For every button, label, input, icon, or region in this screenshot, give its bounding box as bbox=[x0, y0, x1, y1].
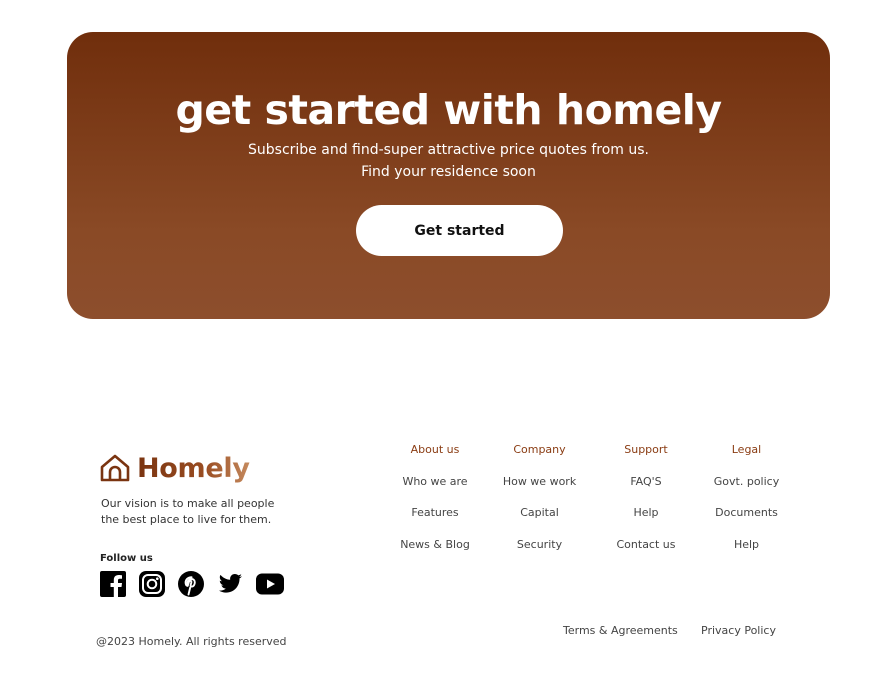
follow-us-label: Follow us bbox=[100, 553, 153, 564]
footer-column-company: Company How we work Capital Security bbox=[499, 442, 580, 553]
link-help-legal[interactable]: Help bbox=[706, 537, 787, 553]
terms-agreements-link[interactable]: Terms & Agreements bbox=[563, 623, 678, 639]
cta-title: get started with homely bbox=[175, 86, 722, 134]
link-faqs[interactable]: FAQ'S bbox=[606, 474, 686, 490]
link-capital[interactable]: Capital bbox=[499, 505, 580, 521]
youtube-icon[interactable] bbox=[256, 571, 284, 597]
column-heading-company: Company bbox=[513, 443, 566, 456]
link-how-we-work[interactable]: How we work bbox=[499, 474, 580, 490]
social-icons bbox=[100, 571, 284, 597]
link-help-support[interactable]: Help bbox=[606, 505, 686, 521]
link-features[interactable]: Features bbox=[395, 505, 475, 521]
link-documents[interactable]: Documents bbox=[706, 505, 787, 521]
link-security[interactable]: Security bbox=[499, 537, 580, 553]
footer-logo[interactable]: Homely bbox=[99, 450, 250, 486]
twitter-icon[interactable] bbox=[217, 571, 243, 597]
copyright-text: @2023 Homely. All rights reserved bbox=[96, 635, 287, 648]
instagram-icon[interactable] bbox=[139, 571, 165, 597]
brand-vision: Our vision is to make all people the bes… bbox=[101, 497, 275, 526]
get-started-button[interactable]: Get started bbox=[356, 205, 563, 256]
footer-column-legal: Legal Govt. policy Documents Help bbox=[706, 442, 787, 553]
link-news-blog[interactable]: News & Blog bbox=[395, 537, 475, 553]
column-heading-support: Support bbox=[624, 443, 668, 456]
cta-subtitle: Subscribe and find-super attractive pric… bbox=[67, 139, 830, 183]
link-who-we-are[interactable]: Who we are bbox=[395, 474, 475, 490]
column-heading-legal: Legal bbox=[731, 443, 762, 456]
link-contact-us[interactable]: Contact us bbox=[606, 537, 686, 553]
link-govt-policy[interactable]: Govt. policy bbox=[706, 474, 787, 490]
footer-column-about: About us Who we are Features News & Blog bbox=[395, 442, 475, 553]
brand-name: Homely bbox=[137, 452, 250, 484]
cta-banner: get started with homely Subscribe and fi… bbox=[67, 32, 830, 319]
cta-subtitle-line2: Find your residence soon bbox=[361, 164, 536, 180]
privacy-policy-link[interactable]: Privacy Policy bbox=[701, 623, 776, 639]
column-heading-about-us: About us bbox=[410, 443, 460, 456]
cta-subtitle-line1: Subscribe and find-super attractive pric… bbox=[248, 142, 649, 158]
house-icon bbox=[100, 454, 130, 482]
pinterest-icon[interactable] bbox=[178, 571, 204, 597]
footer-column-support: Support FAQ'S Help Contact us bbox=[606, 442, 686, 553]
facebook-icon[interactable] bbox=[100, 571, 126, 597]
